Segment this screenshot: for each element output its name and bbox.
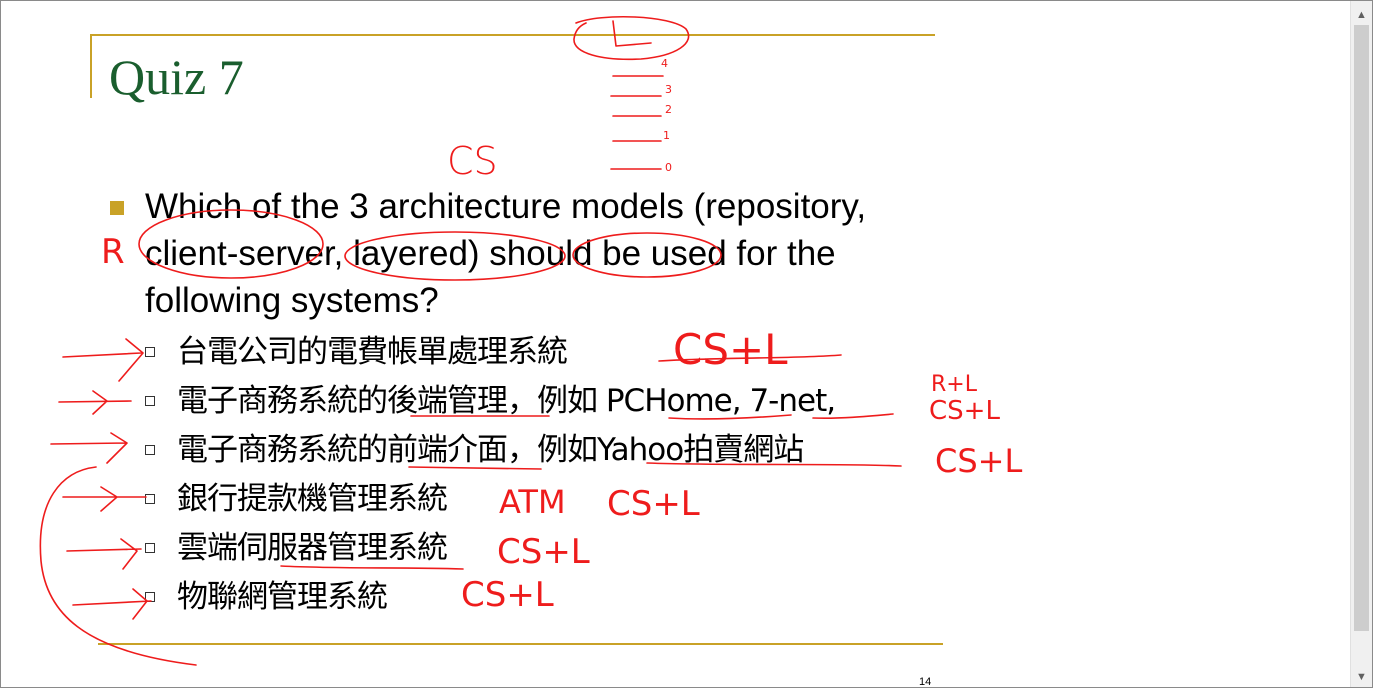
ink-answer: CS+L <box>935 442 1022 480</box>
list-item: 銀行提款機管理系統 <box>145 477 448 521</box>
list-item: 台電公司的電費帳單處理系統 <box>145 330 568 374</box>
ink-cs-label: CS <box>447 139 498 183</box>
question-text: Which of the 3 architecture models (repo… <box>145 187 867 320</box>
scroll-down-icon[interactable]: ▼ <box>1351 667 1372 687</box>
ink-answer: R+L <box>931 372 978 397</box>
ink-answer: CS+L <box>673 325 788 374</box>
bullet-marker <box>110 201 124 215</box>
slide-title: Quiz 7 <box>109 49 244 105</box>
ink-stack-number: 4 <box>661 57 668 70</box>
slide-top-rule <box>90 34 935 36</box>
list-item-text: 雲端伺服器管理系統 <box>177 530 448 566</box>
ink-atm-label: ATM <box>499 483 566 521</box>
ink-stack-number: 3 <box>665 83 672 96</box>
vertical-scrollbar[interactable]: ▲ ▼ <box>1350 1 1372 687</box>
list-item: 電子商務系統的後端管理，例如 PCHome, 7-net, <box>145 379 836 423</box>
stack-sketch: 4 3 2 1 0 <box>573 16 690 174</box>
ink-stack-top-oval <box>573 16 690 61</box>
sub-bullet-icon <box>145 494 155 504</box>
list-item-text: 銀行提款機管理系統 <box>177 481 448 517</box>
sub-bullet-icon <box>145 592 155 602</box>
ink-answer: CS+L <box>497 532 590 572</box>
sub-bullet-icon <box>145 347 155 357</box>
ink-stack-number: 0 <box>665 161 672 174</box>
ink-answer: CS+L <box>607 484 700 524</box>
ink-answer: CS+L <box>461 575 554 615</box>
scrollbar-thumb[interactable] <box>1354 25 1369 631</box>
list-item-text: 物聯網管理系統 <box>177 579 388 615</box>
ink-stack-number: 2 <box>665 103 672 116</box>
slide-bottom-rule <box>98 643 943 645</box>
scroll-up-icon[interactable]: ▲ <box>1351 5 1372 25</box>
sub-bullet-icon <box>145 396 155 406</box>
sub-bullet-icon <box>145 445 155 455</box>
page-number: 14 <box>919 676 932 688</box>
list-item: 雲端伺服器管理系統 <box>145 526 448 570</box>
slide-left-rule <box>90 34 92 98</box>
ink-r-label: R <box>101 232 125 272</box>
slide-viewer: Quiz 7 Which of the 3 architecture model… <box>0 0 1373 688</box>
list-item-text: 電子商務系統的後端管理，例如 PCHome, 7-net, <box>177 383 836 419</box>
sub-bullet-icon <box>145 543 155 553</box>
list-item-text: 電子商務系統的前端介面，例如Yahoo拍賣網站 <box>177 432 804 468</box>
list-item: 電子商務系統的前端介面，例如Yahoo拍賣網站 <box>145 428 804 472</box>
ink-answer: CS+L <box>929 396 1000 426</box>
ink-stack-number: 1 <box>663 129 670 142</box>
list-item-text: 台電公司的電費帳單處理系統 <box>177 334 568 370</box>
list-item: 物聯網管理系統 <box>145 575 388 619</box>
